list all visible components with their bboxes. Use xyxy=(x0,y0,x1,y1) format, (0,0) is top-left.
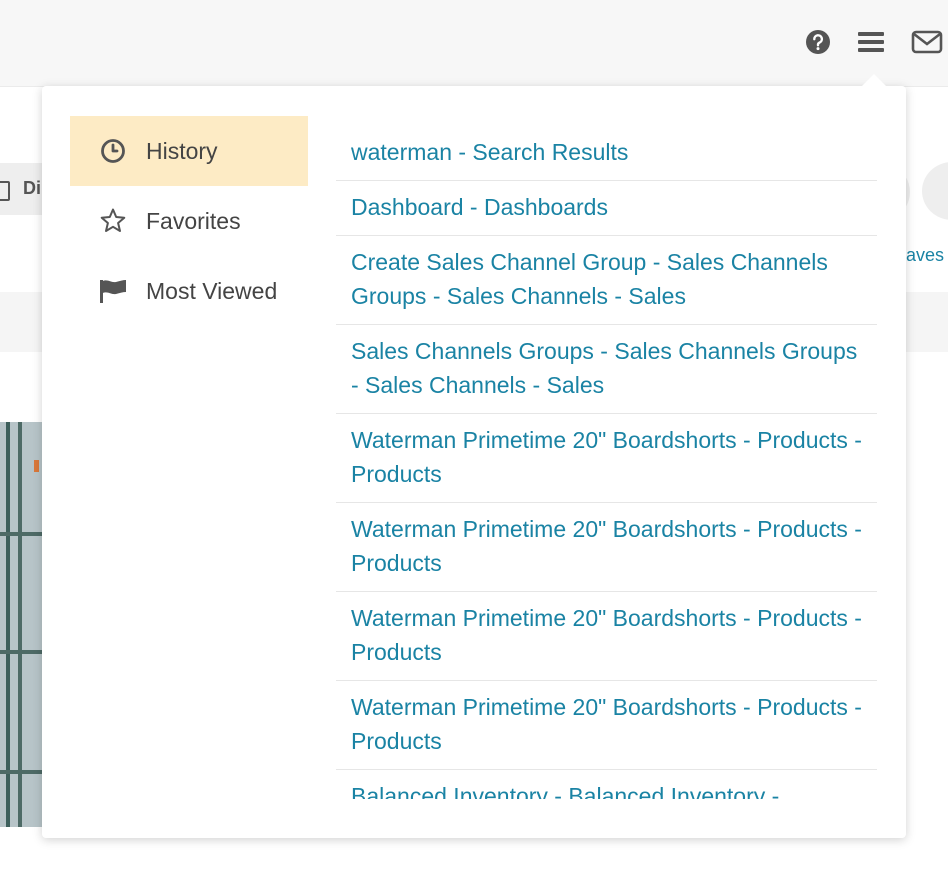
tab-history[interactable]: History xyxy=(70,116,308,186)
history-list[interactable]: waterman - Search Results Dashboard - Da… xyxy=(336,126,877,799)
history-link[interactable]: Waterman Primetime 20" Boardshorts - Pro… xyxy=(351,423,862,491)
history-link[interactable]: Waterman Primetime 20" Boardshorts - Pro… xyxy=(351,690,862,758)
list-item: Create Sales Channel Group - Sales Chann… xyxy=(336,236,877,325)
list-item: Dashboard - Dashboards xyxy=(336,181,877,236)
tab-favorites[interactable]: Favorites xyxy=(70,186,308,256)
help-icon[interactable] xyxy=(804,28,832,56)
background-toolbar-button: Di xyxy=(0,163,42,215)
mail-icon[interactable] xyxy=(910,28,944,56)
history-link[interactable]: Create Sales Channel Group - Sales Chann… xyxy=(351,245,862,313)
history-link[interactable]: Waterman Primetime 20" Boardshorts - Pro… xyxy=(351,601,862,669)
tab-most-viewed[interactable]: Most Viewed xyxy=(70,256,308,326)
history-link[interactable]: Dashboard - Dashboards xyxy=(351,190,862,224)
tab-label: Favorites xyxy=(146,207,241,234)
list-item: Waterman Primetime 20" Boardshorts - Pro… xyxy=(336,681,877,770)
star-icon xyxy=(98,207,128,235)
background-circle xyxy=(922,162,948,220)
tab-label: Most Viewed xyxy=(146,277,278,304)
document-icon xyxy=(0,181,10,201)
list-item: Waterman Primetime 20" Boardshorts - Pro… xyxy=(336,592,877,681)
history-link[interactable]: Balanced Inventory - Balanced Inventory … xyxy=(351,779,862,799)
list-item: Balanced Inventory - Balanced Inventory … xyxy=(336,770,877,799)
product-image xyxy=(0,422,42,827)
background-link-text: aves xyxy=(906,245,945,265)
history-link[interactable]: waterman - Search Results xyxy=(351,135,862,169)
dropdown-caret xyxy=(862,74,886,86)
tab-label: History xyxy=(146,137,218,164)
list-item: Waterman Primetime 20" Boardshorts - Pro… xyxy=(336,414,877,503)
history-link[interactable]: Sales Channels Groups - Sales Channels G… xyxy=(351,334,862,402)
dropdown-tabs: History Favorites Most Viewed xyxy=(70,116,308,326)
list-item: waterman - Search Results xyxy=(336,126,877,181)
background-label: Di xyxy=(23,178,41,198)
list-item: Sales Channels Groups - Sales Channels G… xyxy=(336,325,877,414)
navigation-dropdown: History Favorites Most Viewed waterman -… xyxy=(42,86,906,838)
history-link[interactable]: Waterman Primetime 20" Boardshorts - Pro… xyxy=(351,512,862,580)
top-bar xyxy=(0,0,948,87)
menu-icon[interactable] xyxy=(856,28,886,56)
flag-icon xyxy=(98,278,128,304)
clock-icon xyxy=(98,138,128,164)
list-item: Waterman Primetime 20" Boardshorts - Pro… xyxy=(336,503,877,592)
